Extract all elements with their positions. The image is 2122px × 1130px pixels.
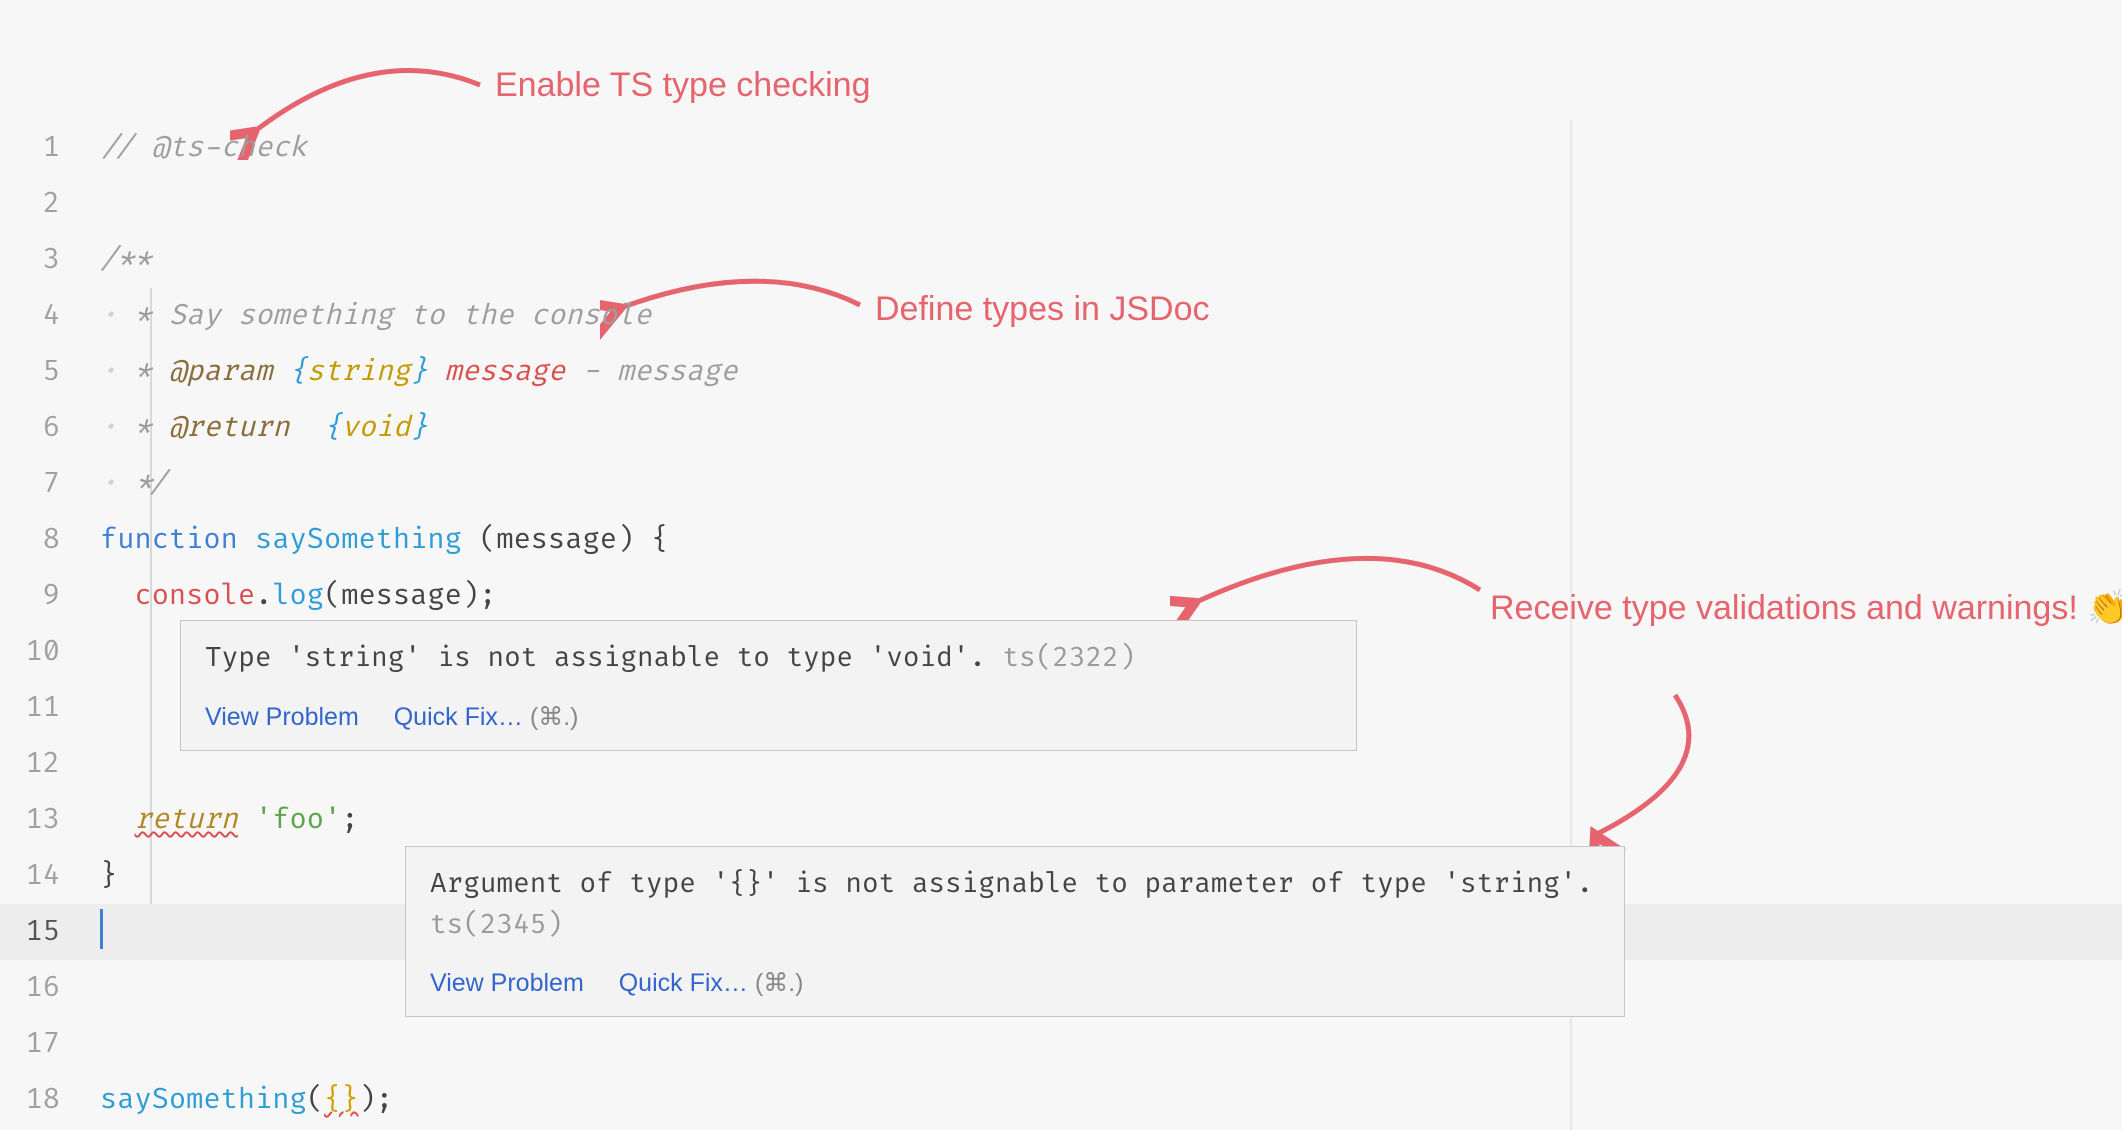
annotation-enable-ts: Enable TS type checking bbox=[495, 66, 871, 105]
code-line[interactable]: 17 bbox=[0, 1016, 2122, 1072]
code-line[interactable]: 5 · * @param {string} message - message bbox=[0, 344, 2122, 400]
error-tooltip: Argument of type '{}' is not assignable … bbox=[405, 846, 1625, 1017]
code-line[interactable]: 4 · * Say something to the console bbox=[0, 288, 2122, 344]
code-line[interactable]: 18 saySomething({}); bbox=[0, 1072, 2122, 1128]
code-content[interactable]: } bbox=[100, 848, 117, 904]
quick-fix-link[interactable]: Quick Fix… (⌘.) bbox=[619, 969, 804, 997]
code-line[interactable]: 8 function saySomething (message) { bbox=[0, 512, 2122, 568]
view-problem-link[interactable]: View Problem bbox=[205, 703, 359, 731]
code-line[interactable]: 13 return 'foo'; bbox=[0, 792, 2122, 848]
tooltip-message: Type 'string' is not assignable to type … bbox=[181, 621, 1356, 692]
tooltip-message: Argument of type '{}' is not assignable … bbox=[406, 847, 1624, 958]
code-content[interactable]: function saySomething (message) { bbox=[100, 512, 669, 568]
line-number: 15 bbox=[0, 904, 100, 960]
quick-fix-link[interactable]: Quick Fix… (⌘.) bbox=[394, 703, 579, 731]
line-number: 18 bbox=[0, 1072, 100, 1128]
line-number: 16 bbox=[0, 960, 100, 1016]
line-number: 11 bbox=[0, 680, 100, 736]
shortcut-label: (⌘.) bbox=[530, 703, 579, 731]
code-content[interactable]: · */ bbox=[100, 456, 169, 512]
code-content[interactable]: · * Say something to the console bbox=[100, 288, 651, 344]
view-problem-link[interactable]: View Problem bbox=[430, 969, 584, 997]
line-number: 3 bbox=[0, 232, 100, 288]
code-line[interactable]: 9 console.log(message); bbox=[0, 568, 2122, 624]
code-content[interactable] bbox=[100, 904, 103, 960]
line-number: 12 bbox=[0, 736, 100, 792]
line-number: 9 bbox=[0, 568, 100, 624]
code-line[interactable]: 6 · * @return {void} bbox=[0, 400, 2122, 456]
line-number: 4 bbox=[0, 288, 100, 344]
line-number: 13 bbox=[0, 792, 100, 848]
code-content[interactable]: return 'foo'; bbox=[100, 792, 358, 848]
line-number: 14 bbox=[0, 848, 100, 904]
code-content[interactable]: console.log(message); bbox=[100, 568, 496, 624]
code-content[interactable]: · * @return {void} bbox=[100, 400, 445, 456]
code-content[interactable]: saySomething({}); bbox=[100, 1072, 393, 1128]
code-content[interactable]: /** bbox=[100, 232, 152, 288]
line-number: 10 bbox=[0, 624, 100, 680]
code-content[interactable]: // @ts-check bbox=[100, 120, 307, 176]
code-line[interactable]: 3 /** bbox=[0, 232, 2122, 288]
line-number: 2 bbox=[0, 176, 100, 232]
code-line[interactable]: 7 · */ bbox=[0, 456, 2122, 512]
code-line[interactable]: 1 // @ts-check bbox=[0, 120, 2122, 176]
text-cursor bbox=[100, 909, 103, 949]
line-number: 7 bbox=[0, 456, 100, 512]
shortcut-label: (⌘.) bbox=[755, 969, 804, 997]
code-line[interactable]: 2 bbox=[0, 176, 2122, 232]
line-number: 6 bbox=[0, 400, 100, 456]
line-number: 17 bbox=[0, 1016, 100, 1072]
line-number: 5 bbox=[0, 344, 100, 400]
line-number: 8 bbox=[0, 512, 100, 568]
code-content[interactable]: · * @param {string} message - message bbox=[100, 344, 738, 400]
error-tooltip: Type 'string' is not assignable to type … bbox=[180, 620, 1357, 751]
line-number: 1 bbox=[0, 120, 100, 176]
